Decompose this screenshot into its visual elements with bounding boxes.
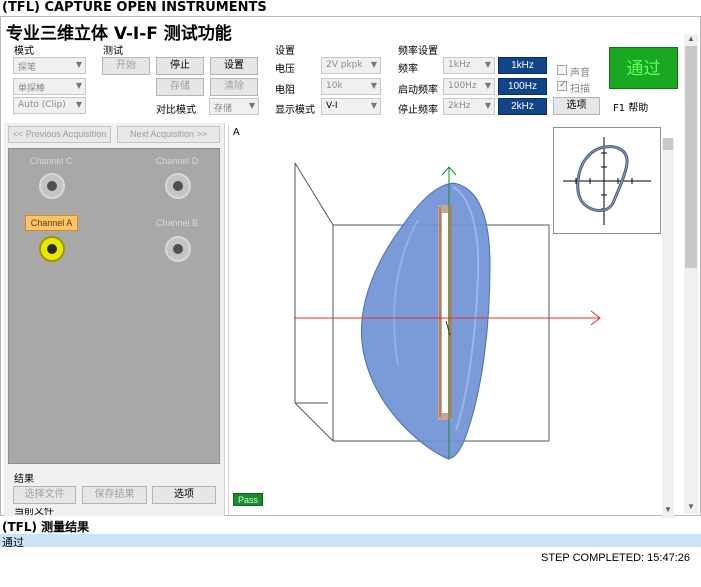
stop-button[interactable]: 停止 [156,57,204,75]
start-freq-select-value: 100Hz [448,81,477,91]
pass-small-indicator: Pass [233,493,263,506]
mini-loop [576,145,629,212]
compare-mode-select[interactable]: 存储 ▼ [209,98,259,115]
channel-c-label: Channel C [29,156,73,166]
vi-trace-surface [360,182,491,459]
start-freq-select[interactable]: 100Hz ▼ [443,78,495,95]
freq-options-button[interactable]: 选项 [553,97,600,115]
chevron-down-icon: ▼ [370,101,377,110]
display-mode-label: 显示模式 [275,105,315,116]
voltage-value: 2V pkpk [326,60,363,70]
select-file-button[interactable]: 选择文件 [13,486,76,504]
chevron-down-icon: ▼ [484,81,491,90]
measurement-result: 通过 [2,536,24,549]
results-options-button[interactable]: 选项 [152,486,216,504]
mini-loop-highlight [577,146,628,211]
step-completed-status: STEP COMPLETED: 15:47:26 [541,552,690,564]
box-edge [294,402,334,442]
channel-selector [8,148,220,464]
stop-freq-select-value: 2kHz [448,101,471,111]
clear-button[interactable]: 清除 [210,78,258,96]
chevron-down-icon[interactable]: ▼ [662,505,674,514]
main-scroll-thumb[interactable] [685,46,697,268]
chevron-down-icon: ▼ [370,81,377,90]
channel-b-label: Channel B [155,218,199,228]
save-results-button[interactable]: 保存结果 [82,486,147,504]
plot-scroll-thumb[interactable] [663,138,673,150]
channel-d-label: Channel D [155,156,199,166]
sound-label: 声音 [570,68,590,79]
range-select-value: Auto (Clip) [18,100,66,110]
sweep-label: 扫描 [570,84,590,95]
start-button[interactable]: 开始 [102,57,150,75]
voltage-label: 电压 [275,64,295,75]
resistance-label: 电阻 [275,85,295,96]
measurement-row-highlight[interactable] [0,534,701,547]
stop-freq-value-display[interactable]: 2kHz [498,98,547,115]
sweep-checkbox[interactable]: ✓ [557,79,567,91]
display-mode-select[interactable]: V-I ▼ [321,98,381,115]
display-mode-value: V-I [326,101,338,111]
plot-scrollbar[interactable] [662,138,674,518]
settings-button[interactable]: 设置 [210,57,258,75]
previous-acquisition-button[interactable]: << Previous Acquisition [8,126,111,143]
freq-select[interactable]: 1kHz ▼ [443,57,495,74]
resistance-value: 10k [326,81,343,91]
chevron-down-icon: ▼ [484,101,491,110]
app-title: 专业三维立体 V-I-F 测试功能 [6,24,232,44]
start-freq-value-display[interactable]: 100Hz [498,78,547,95]
pass-indicator: 通过 [609,47,678,89]
freq-select-value: 1kHz [448,60,471,70]
results-group-label: 结果 [14,474,34,485]
chevron-down-icon: ▼ [248,101,255,110]
chevron-down-icon: ▼ [484,60,491,69]
mode-group-label: 模式 [14,46,34,57]
vi-trace-core-inner [442,213,448,413]
sound-checkbox[interactable] [557,65,567,75]
compare-mode-label: 对比模式 [156,105,196,116]
freq-group-label: 频率设置 [398,46,438,57]
chevron-down-icon: ▼ [370,60,377,69]
mode-select-value: 探笔 [18,63,37,73]
voltage-select[interactable]: 2V pkpk ▼ [321,57,381,74]
chevron-down-icon: ▼ [75,100,82,109]
freq-label: 频率 [398,64,418,75]
chevron-up-icon[interactable]: ▲ [684,34,698,43]
start-freq-label: 启动频率 [398,85,438,96]
resistance-select[interactable]: 10k ▼ [321,78,381,95]
box-edge [294,162,334,226]
mode-select[interactable]: 探笔 ▼ [13,57,86,74]
window-title: (TFL) CAPTURE OPEN INSTRUMENTS [2,0,267,15]
next-acquisition-button[interactable]: Next Acquisition >> [117,126,220,143]
store-button[interactable]: 存储 [156,78,204,96]
range-select[interactable]: Auto (Clip) ▼ [13,97,86,114]
stop-freq-label: 停止频率 [398,105,438,116]
compare-mode-value: 存储 [214,104,233,114]
settings-group-label: 设置 [275,46,295,57]
channel-c-jack[interactable] [39,173,65,199]
measurement-title: (TFL) 测量结果 [2,520,90,534]
freq-value-display[interactable]: 1kHz [498,57,547,74]
channel-a-jack[interactable] [39,236,65,262]
check-icon: ✓ [559,79,567,89]
stop-freq-select[interactable]: 2kHz ▼ [443,98,495,115]
probe-select[interactable]: 单探棒 ▼ [13,78,86,95]
probe-select-value: 单探棒 [18,84,46,94]
test-group-label: 测试 [103,46,123,57]
help-label[interactable]: F1 帮助 [613,99,648,114]
channel-a-label: Channel A [25,215,78,231]
chevron-down-icon: ▼ [75,60,82,69]
channel-b-jack[interactable] [165,236,191,262]
chevron-down-icon[interactable]: ▼ [684,502,698,511]
channel-d-jack[interactable] [165,173,191,199]
current-file-label: 当前文件 [14,508,54,516]
mini-vi-trace [563,137,651,225]
chevron-down-icon: ▼ [75,81,82,90]
